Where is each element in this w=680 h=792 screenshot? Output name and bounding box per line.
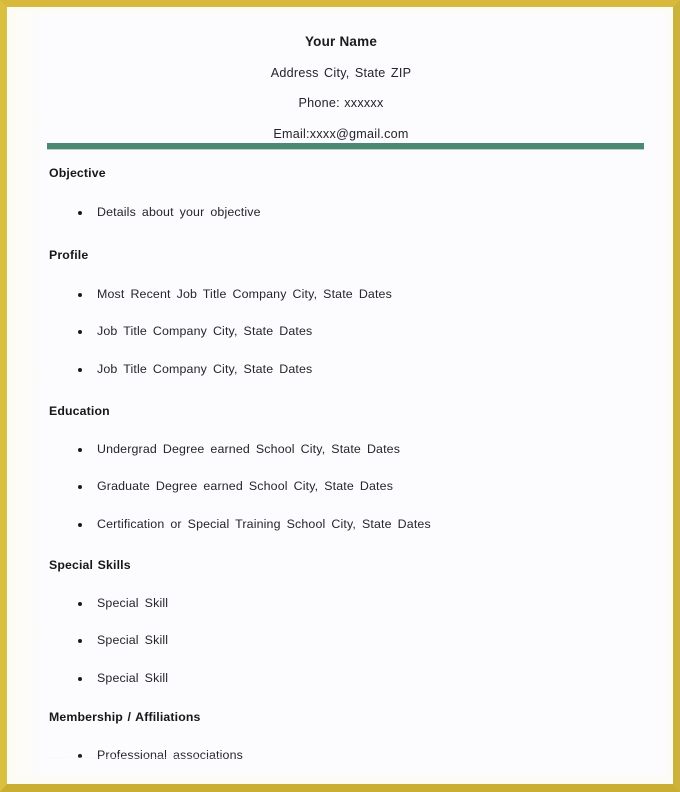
list-item: Special Skill bbox=[49, 634, 666, 648]
section-profile: Profile Most Recent Job Title Company Ci… bbox=[16, 248, 666, 377]
section-heading-education: Education bbox=[49, 403, 110, 418]
section-heading-membership: Membership / Affiliations bbox=[49, 709, 201, 724]
bullet-dot-icon bbox=[78, 485, 82, 490]
resume-page-frame: Your Name Address City, State ZIP Phone:… bbox=[0, 0, 680, 792]
bullet-dot-icon bbox=[78, 368, 82, 373]
section-heading-special-skills: Special Skills bbox=[49, 557, 131, 572]
list-item: Special Skill bbox=[49, 595, 666, 611]
bullet-list-profile: Most Recent Job Title Company City, Stat… bbox=[49, 286, 666, 377]
bullet-dot-icon bbox=[78, 676, 82, 681]
contact-email: Email:xxxx@gmail.com bbox=[273, 126, 409, 141]
list-item-label: Graduate Degree earned School City, Stat… bbox=[97, 479, 394, 494]
faint-watermark-text: —— ——— ———— ——— ———— —— bbox=[49, 752, 224, 762]
section-education: Education Undergrad Degree earned School… bbox=[16, 404, 666, 532]
bullet-dot-icon bbox=[78, 601, 82, 606]
list-item: Details about your objective bbox=[49, 205, 666, 220]
list-item-label: Most Recent Job Title Company City, Stat… bbox=[97, 286, 392, 301]
list-item-label: Certification or Special Training School… bbox=[97, 517, 431, 532]
bullet-dot-icon bbox=[78, 447, 82, 452]
list-item: Job Title Company City, State Dates bbox=[49, 325, 666, 339]
list-item-label: Details about your objective bbox=[97, 205, 261, 220]
list-item: Most Recent Job Title Company City, Stat… bbox=[49, 286, 666, 302]
list-item: Certification or Special Training School… bbox=[49, 517, 666, 532]
section-objective: Objective Details about your objective bbox=[16, 166, 666, 220]
bullet-list-objective: Details about your objective bbox=[49, 205, 666, 220]
bullet-dot-icon bbox=[78, 211, 82, 216]
bullet-list-special-skills: Special Skill Special Skill Special Skil… bbox=[49, 595, 666, 686]
applicant-name: Your Name bbox=[304, 34, 378, 49]
contact-address: Address City, State ZIP bbox=[270, 65, 412, 80]
list-item-label: Undergrad Degree earned School City, Sta… bbox=[97, 441, 401, 456]
bullet-dot-icon bbox=[78, 523, 82, 528]
section-heading-objective: Objective bbox=[49, 166, 106, 181]
bullet-dot-icon bbox=[78, 292, 82, 297]
section-heading-profile: Profile bbox=[49, 247, 89, 262]
list-item-label: Job Title Company City, State Dates bbox=[97, 362, 313, 377]
bullet-list-education: Undergrad Degree earned School City, Sta… bbox=[49, 441, 666, 532]
section-special-skills: Special Skills Special Skill Special Ski… bbox=[16, 558, 666, 686]
contact-phone: Phone: xxxxxx bbox=[298, 96, 384, 111]
list-item: Graduate Degree earned School City, Stat… bbox=[49, 480, 666, 494]
resume-body: Objective Details about your objective P… bbox=[16, 156, 666, 762]
list-item: Job Title Company City, State Dates bbox=[49, 362, 666, 377]
list-item: Special Skill bbox=[49, 670, 666, 686]
list-item-label: Special Skill bbox=[97, 670, 169, 685]
contact-header: Your Name Address City, State ZIP Phone:… bbox=[16, 13, 666, 141]
bullet-dot-icon bbox=[78, 330, 82, 335]
bullet-dot-icon bbox=[78, 639, 82, 644]
list-item: Undergrad Degree earned School City, Sta… bbox=[49, 441, 666, 457]
list-item-label: Job Title Company City, State Dates bbox=[97, 324, 313, 339]
list-item-label: Special Skill bbox=[97, 633, 169, 648]
list-item-label: Special Skill bbox=[97, 595, 169, 610]
resume-page-sheet: Your Name Address City, State ZIP Phone:… bbox=[16, 13, 666, 777]
header-divider-shadow bbox=[47, 149, 644, 150]
